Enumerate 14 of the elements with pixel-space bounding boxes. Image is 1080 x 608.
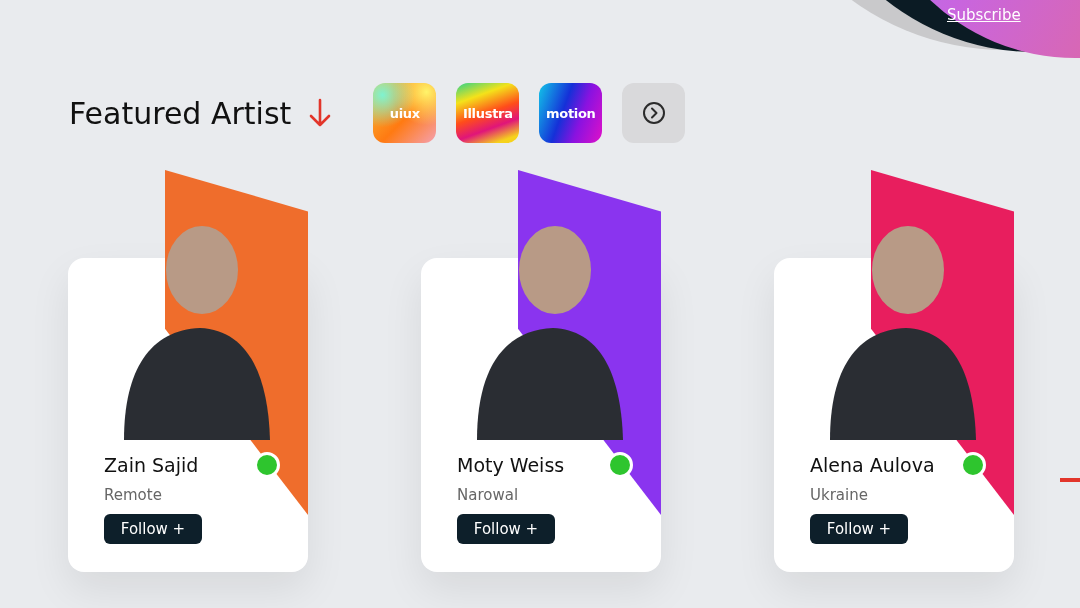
next-button[interactable] (622, 83, 686, 143)
follow-button[interactable]: Follow + (104, 514, 202, 544)
follow-button[interactable]: Follow + (810, 514, 908, 544)
follow-button[interactable]: Follow + (457, 514, 555, 544)
artist-name: Alena Aulova (810, 454, 935, 476)
artist-location: Narowal (457, 486, 520, 504)
artist-location: Ukraine (810, 486, 869, 504)
section-title: Featured Artist (69, 95, 292, 131)
artist-location: Remote (104, 486, 163, 504)
chevron-circle-icon (641, 101, 666, 125)
artist-name: Moty Weiss (457, 454, 565, 476)
artist-name: Zain Sajid (104, 454, 199, 476)
category-tile[interactable]: motion (539, 83, 603, 143)
arrow-down-icon (309, 98, 332, 128)
